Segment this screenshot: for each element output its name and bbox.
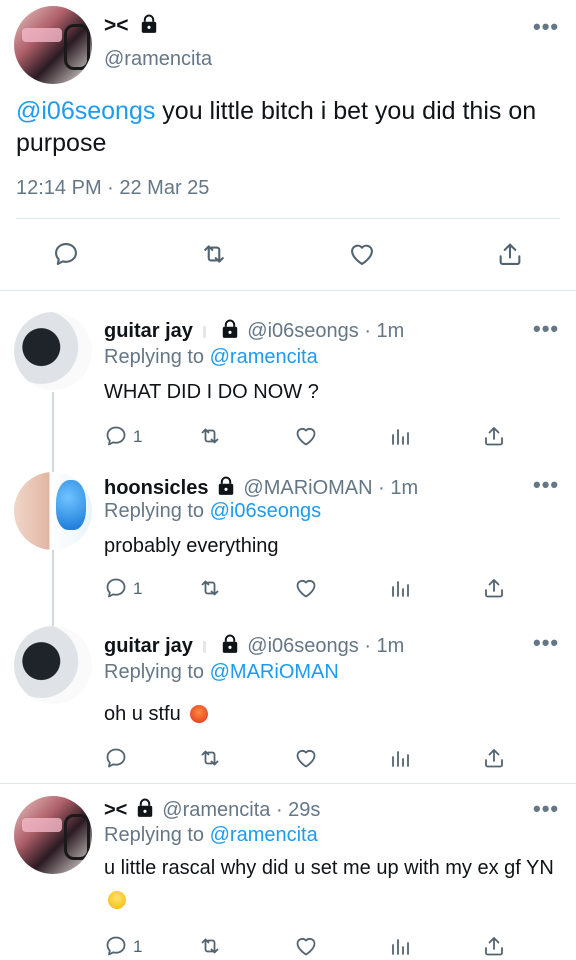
lock-icon: [140, 14, 158, 34]
tweet-text: probably everything: [104, 535, 279, 557]
heart-icon[interactable]: [294, 746, 318, 770]
more-options-icon[interactable]: •••: [533, 632, 559, 654]
share-icon[interactable]: [482, 746, 506, 770]
retweet-icon[interactable]: [198, 424, 222, 448]
lock-icon: [221, 319, 239, 339]
mention-link[interactable]: @ramencita: [210, 824, 318, 846]
display-name[interactable]: guitar jay: [104, 320, 193, 342]
more-options-icon[interactable]: •••: [533, 318, 559, 340]
avatar[interactable]: [14, 472, 92, 550]
views-icon[interactable]: [388, 576, 412, 600]
mention-link[interactable]: @MARiOMAN: [210, 661, 339, 683]
replying-label: Replying to: [104, 500, 205, 522]
mention-link[interactable]: @ramencita: [210, 346, 318, 368]
handle[interactable]: @i06seongs · 1m: [247, 320, 404, 342]
replying-label: Replying to: [104, 346, 205, 368]
lock-icon: [217, 476, 235, 496]
display-name[interactable]: hoonsicles: [104, 477, 208, 499]
reply-icon[interactable]: [104, 934, 128, 958]
handle[interactable]: @ramencita: [104, 48, 212, 71]
heart-icon[interactable]: [294, 424, 318, 448]
thread-line: [52, 392, 54, 476]
handle[interactable]: @MARiOMAN · 1m: [243, 477, 418, 499]
reply-count: 1: [133, 427, 143, 446]
tweet-header: guitar jay @i06seongs · 1m: [104, 634, 404, 658]
avatar[interactable]: [14, 6, 92, 84]
tweet-text: WHAT DID I DO NOW ?: [104, 381, 319, 403]
share-icon[interactable]: [482, 424, 506, 448]
handle[interactable]: @ramencita · 29s: [162, 799, 320, 821]
heart-icon[interactable]: [294, 576, 318, 600]
replying-to: Replying to @ramencita: [104, 346, 318, 369]
tweet-body: u little rascal why did u set me up with…: [104, 857, 554, 879]
avatar[interactable]: [14, 796, 92, 874]
mention-link[interactable]: @i06seongs: [16, 97, 155, 125]
replying-to: Replying to @ramencita: [104, 824, 318, 847]
display-name-text: ><: [104, 14, 129, 37]
share-icon[interactable]: [482, 934, 506, 958]
reply-icon[interactable]: [52, 240, 80, 268]
handle[interactable]: @i06seongs · 1m: [247, 635, 404, 657]
timestamp[interactable]: 12:14 PM · 22 Mar 25: [16, 177, 209, 200]
separator-glyph: [203, 326, 207, 338]
tweet-text: u little rascal why did u set me up with…: [104, 852, 554, 916]
tweet-text: @i06seongs you little bitch i bet you di…: [16, 95, 572, 159]
reply-icon[interactable]: [104, 746, 128, 770]
tweet-text: oh u stfu: [104, 698, 209, 730]
more-options-icon[interactable]: •••: [533, 474, 559, 496]
display-name[interactable]: ><: [104, 14, 158, 38]
replying-label: Replying to: [104, 824, 205, 846]
heart-icon[interactable]: [294, 934, 318, 958]
display-name[interactable]: ><: [104, 799, 127, 821]
reply-count: 1: [133, 579, 143, 598]
retweet-icon[interactable]: [200, 240, 228, 268]
avatar[interactable]: [14, 312, 92, 390]
avatar[interactable]: [14, 626, 92, 704]
divider: [0, 783, 576, 784]
reply-icon[interactable]: [104, 424, 128, 448]
replying-label: Replying to: [104, 661, 205, 683]
retweet-icon[interactable]: [198, 746, 222, 770]
thread-line: [52, 550, 54, 626]
more-options-icon[interactable]: •••: [533, 798, 559, 820]
tweet-header: hoonsicles @MARiOMAN · 1m: [104, 476, 418, 500]
relieved-face-icon: [108, 891, 126, 909]
more-options-icon[interactable]: •••: [533, 16, 559, 38]
display-name[interactable]: guitar jay: [104, 635, 193, 657]
replying-to: Replying to @i06seongs: [104, 500, 321, 523]
share-icon[interactable]: [482, 576, 506, 600]
views-icon[interactable]: [388, 746, 412, 770]
lock-icon: [136, 798, 154, 818]
share-icon[interactable]: [496, 240, 524, 268]
separator-glyph: [203, 641, 207, 653]
tweet-header: >< @ramencita · 29s: [104, 798, 320, 822]
views-icon[interactable]: [388, 934, 412, 958]
retweet-icon[interactable]: [198, 576, 222, 600]
replying-to: Replying to @MARiOMAN: [104, 661, 339, 684]
tweet-header: guitar jay @i06seongs · 1m: [104, 319, 404, 343]
reply-icon[interactable]: [104, 576, 128, 600]
heart-icon[interactable]: [348, 240, 376, 268]
tweet-body: oh u stfu: [104, 703, 181, 725]
lock-icon: [221, 634, 239, 654]
reply-count: 1: [133, 937, 143, 956]
retweet-icon[interactable]: [198, 934, 222, 958]
mention-link[interactable]: @i06seongs: [210, 500, 321, 522]
divider: [16, 218, 560, 219]
views-icon[interactable]: [388, 424, 412, 448]
divider: [0, 290, 576, 291]
angry-face-icon: [190, 705, 209, 723]
